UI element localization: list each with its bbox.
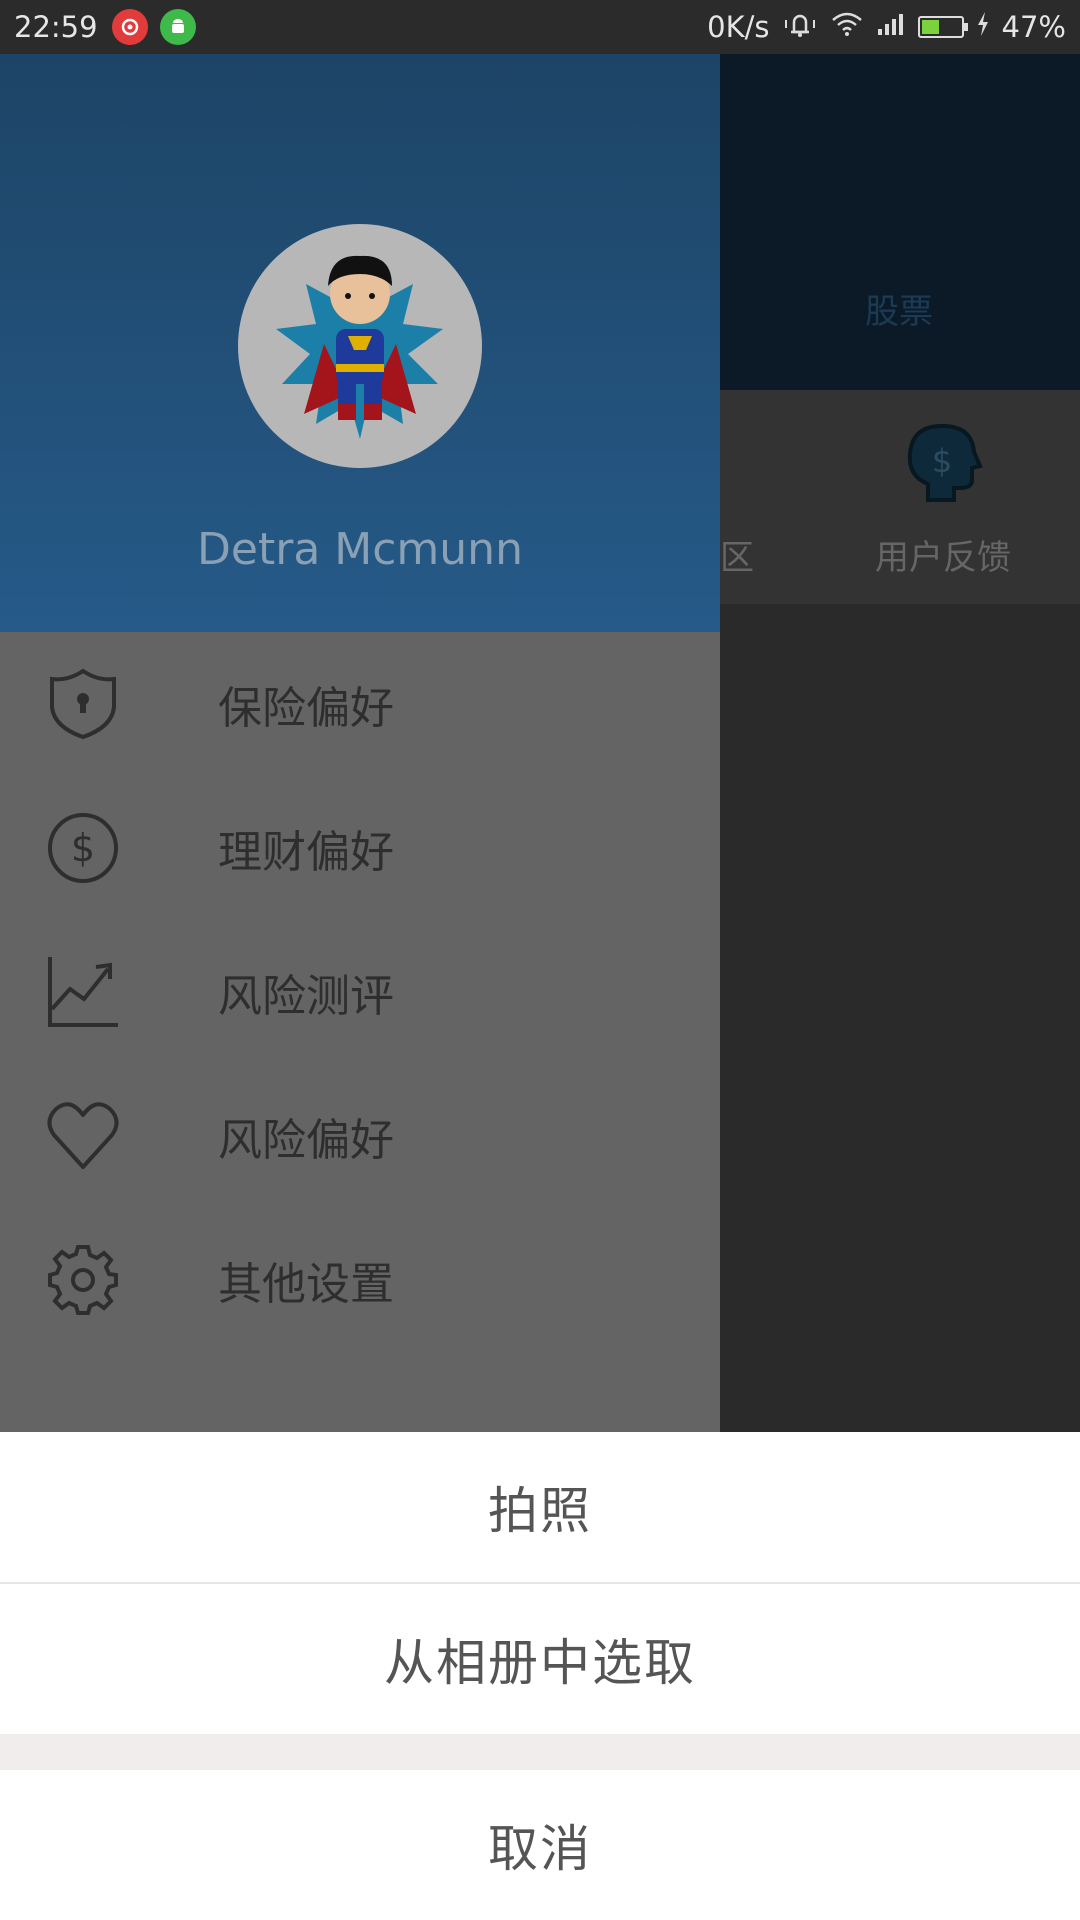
cancel-button[interactable]: 取消 (0, 1770, 1080, 1920)
menu-label: 风险偏好 (218, 1115, 394, 1166)
username: Detra Mcmunn (197, 524, 523, 575)
android-app-icon (159, 9, 196, 45)
status-time: 22:59 (14, 10, 98, 44)
head-dollar-icon: $ (898, 418, 986, 506)
menu-item-other-settings[interactable]: 其他设置 (0, 1208, 720, 1352)
mute-bell-icon (782, 8, 818, 47)
superhero-avatar-icon (276, 255, 443, 439)
drawer-menu: 保险偏好 $ 理财偏好 风险测评 风险偏好 其他设置 (0, 632, 720, 1352)
menu-item-risk-preference[interactable]: 风险偏好 (0, 1064, 720, 1208)
battery-icon (917, 16, 968, 38)
take-photo-button[interactable]: 拍照 (0, 1432, 1080, 1584)
menu-label: 保险偏好 (218, 683, 394, 734)
background-header: 股票 (720, 54, 1080, 390)
menu-label: 理财偏好 (218, 827, 394, 878)
net-speed: 0K/s (707, 10, 770, 44)
menu-item-insurance-preference[interactable]: 保险偏好 (0, 632, 720, 776)
menu-item-risk-assessment[interactable]: 风险测评 (0, 920, 720, 1064)
netease-music-icon (111, 9, 148, 45)
menu-label: 其他设置 (218, 1259, 394, 1310)
gear-icon (46, 1243, 120, 1317)
menu-label: 风险测评 (218, 971, 394, 1022)
partial-grid-label: 区 (720, 538, 754, 578)
signal-icon (876, 10, 906, 44)
drawer-header: Detra Mcmunn (0, 54, 720, 632)
svg-text:$: $ (932, 442, 952, 480)
feedback-label: 用户反馈 (875, 538, 1011, 578)
heart-icon (46, 1099, 120, 1173)
action-sheet: 拍照 从相册中选取 取消 (0, 1432, 1080, 1920)
dollar-circle-icon: $ (46, 811, 120, 885)
background-grid: 区 $ 用户反馈 (720, 390, 1080, 604)
wifi-icon (830, 10, 864, 45)
avatar[interactable] (238, 224, 482, 468)
shield-lock-icon (46, 667, 120, 741)
charging-icon (976, 10, 990, 44)
navigation-drawer: Detra Mcmunn 保险偏好 $ 理财偏好 风险测评 风险偏好 其他设置 (0, 54, 720, 1432)
battery-percent: 47% (1001, 10, 1066, 44)
status-bar: 22:59 0K/s 47% (0, 0, 1080, 54)
tab-stocks: 股票 (865, 292, 933, 332)
svg-text:$: $ (71, 826, 95, 870)
choose-from-album-button[interactable]: 从相册中选取 (0, 1584, 1080, 1734)
menu-item-finance-preference[interactable]: $ 理财偏好 (0, 776, 720, 920)
trend-chart-icon (46, 955, 120, 1029)
